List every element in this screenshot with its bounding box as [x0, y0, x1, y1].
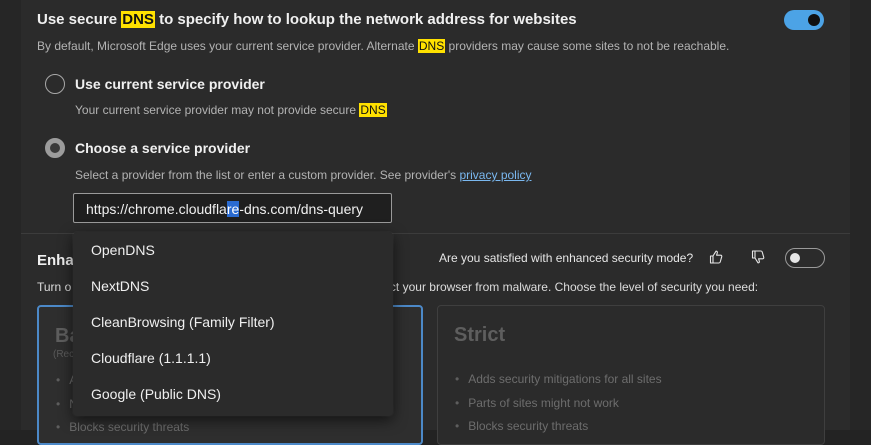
search-highlight: DNS: [121, 11, 155, 28]
window-gutter-left: [0, 0, 21, 430]
secure-dns-description: By default, Microsoft Edge uses your cur…: [37, 39, 730, 53]
dropdown-item-nextdns[interactable]: NextDNS: [91, 278, 149, 294]
window-gutter-right: [850, 0, 871, 430]
mode-bullet: Blocks security threats: [56, 420, 189, 434]
option-choose-provider-description: Select a provider from the list or enter…: [75, 168, 532, 182]
secure-dns-toggle[interactable]: [784, 10, 824, 30]
enhanced-security-title: Enha: [37, 252, 74, 269]
search-highlight: DNS: [417, 39, 446, 53]
dropdown-item-cleanbrowsing[interactable]: CleanBrowsing (Family Filter): [91, 314, 275, 330]
privacy-policy-link[interactable]: privacy policy: [459, 168, 531, 182]
mode-card-strict[interactable]: Strict Adds security mitigations for all…: [437, 305, 825, 445]
toggle-knob: [808, 14, 820, 26]
secure-dns-title: Use secure DNS to specify how to lookup …: [37, 11, 577, 28]
thumbs-up-icon[interactable]: [708, 249, 724, 265]
mode-bullet: Blocks security threats: [455, 419, 588, 433]
text-selection: re: [226, 201, 240, 217]
option-use-current-provider-label: Use current service provider: [75, 76, 265, 92]
option-use-current-provider-description: Your current service provider may not pr…: [75, 103, 387, 117]
dropdown-item-cloudflare[interactable]: Cloudflare (1.1.1.1): [91, 350, 211, 366]
mode-bullet: Parts of sites might not work: [455, 396, 619, 410]
thumbs-down-icon[interactable]: [750, 249, 766, 265]
search-highlight: DNS: [359, 103, 387, 117]
feedback-question: Are you satisfied with enhanced security…: [439, 251, 694, 265]
mode-subtitle: (Rec: [53, 349, 75, 360]
enhanced-security-toggle[interactable]: [785, 248, 825, 268]
radio-use-current-provider[interactable]: [45, 74, 65, 94]
mode-bullet: Adds security mitigations for all sites: [455, 372, 661, 386]
dns-provider-input[interactable]: https://chrome.cloudflare-dns.com/dns-qu…: [73, 193, 392, 223]
toggle-knob: [790, 253, 800, 263]
dns-provider-dropdown: OpenDNS NextDNS CleanBrowsing (Family Fi…: [73, 232, 393, 416]
option-choose-provider-label: Choose a service provider: [75, 140, 251, 156]
mode-name: Strict: [454, 324, 506, 346]
radio-choose-provider[interactable]: [45, 138, 65, 158]
dropdown-item-opendns[interactable]: OpenDNS: [91, 242, 155, 258]
dropdown-item-google[interactable]: Google (Public DNS): [91, 386, 221, 402]
